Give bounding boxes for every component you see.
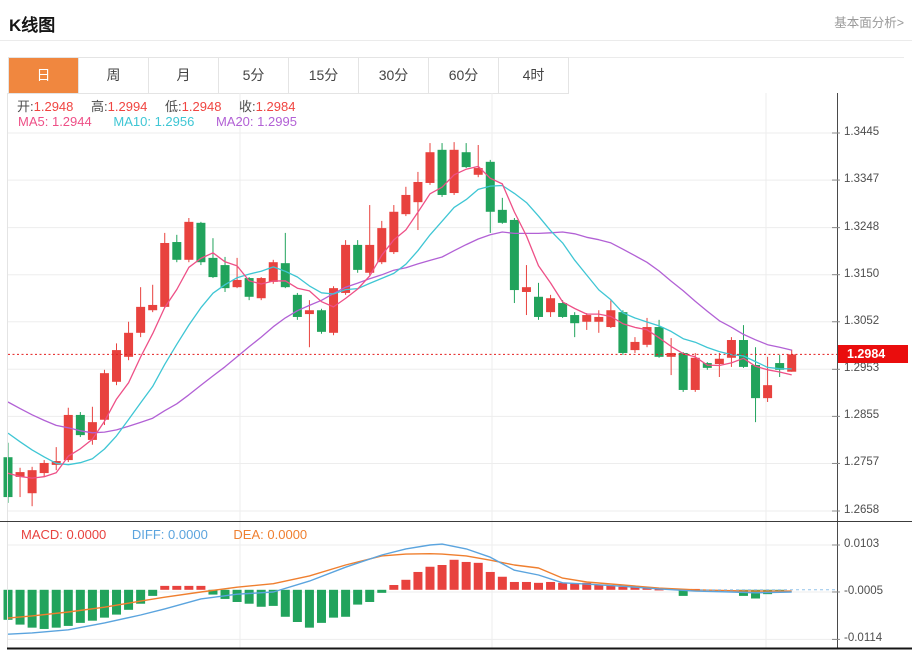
ma5-legend: MA5: 1.2944	[18, 114, 92, 129]
current-price-tag: 1.2984	[838, 345, 908, 363]
price-tick-label: 1.2757	[844, 456, 879, 468]
price-tick-label: 1.2855	[844, 409, 879, 421]
price-tick-label: 1.2953	[844, 362, 879, 374]
macd-histogram	[4, 560, 785, 629]
price-tick-label: 1.3347	[844, 173, 879, 185]
close-value: 1.2984	[256, 99, 296, 114]
macd-tick-label: -0.0005	[844, 585, 883, 597]
candlestick-series	[4, 142, 797, 506]
diff-value-legend: DIFF: 0.0000	[132, 527, 208, 542]
ohlc-legend: 开:1.2948 高:1.2994 低:1.2948 收:1.2984	[17, 96, 309, 115]
macd-legend: MACD: 0.0000 DIFF: 0.0000 DEA: 0.0000	[21, 527, 329, 542]
macd-value-legend: MACD: 0.0000	[21, 527, 106, 542]
ma10-legend: MA10: 1.2956	[113, 114, 194, 129]
dea-value-legend: DEA: 0.0000	[233, 527, 307, 542]
ma20-line	[8, 232, 792, 433]
macd-tick-label: 0.0103	[844, 538, 879, 550]
price-tick-label: 1.3445	[844, 126, 879, 138]
price-tick-label: 1.3248	[844, 221, 879, 233]
low-label: 低:	[165, 99, 182, 114]
ma20-legend: MA20: 1.2995	[216, 114, 297, 129]
open-label: 开:	[17, 99, 34, 114]
price-tick-label: 1.2658	[844, 504, 879, 516]
diff-line	[8, 544, 792, 634]
high-label: 高:	[91, 99, 108, 114]
kline-app: K线图 基本面分析> 日周月5分15分30分60分4时 开:1.2948 高:1…	[0, 0, 912, 654]
price-tick-label: 1.3150	[844, 268, 879, 280]
ma-legend: MA5: 1.2944 MA10: 1.2956 MA20: 1.2995	[18, 114, 315, 129]
open-value: 1.2948	[34, 99, 74, 114]
low-value: 1.2948	[182, 99, 222, 114]
high-value: 1.2994	[108, 99, 148, 114]
macd-tick-label: -0.0114	[844, 632, 882, 644]
close-label: 收:	[239, 99, 256, 114]
price-tick-label: 1.3052	[844, 315, 879, 327]
